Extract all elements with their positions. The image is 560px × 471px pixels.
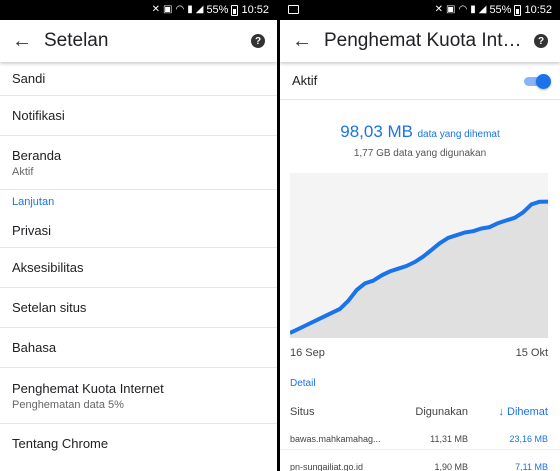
wifi-icon: ◠ bbox=[458, 4, 468, 15]
settings-item-tentang-chrome[interactable]: Tentang Chrome bbox=[0, 424, 277, 462]
data-saved-chart bbox=[290, 173, 548, 338]
status-bar: ✕ ▣ ◠ ▮ ◢ 55% 10:52 bbox=[0, 0, 277, 20]
table-header: Situs Digunakan ↓ Dihemat bbox=[280, 403, 560, 423]
settings-item-label: Tentang Chrome bbox=[12, 435, 109, 451]
help-icon[interactable]: ? bbox=[534, 34, 548, 48]
wifi-icon: ◠ bbox=[175, 4, 185, 15]
settings-item-label: Setelan situs bbox=[12, 300, 87, 315]
data-saved-label: data yang dihemat bbox=[417, 129, 500, 140]
toggle-label: Aktif bbox=[292, 73, 318, 88]
settings-item-label: Aksesibilitas bbox=[12, 260, 84, 275]
settings-item-aksesibilitas[interactable]: Aksesibilitas bbox=[0, 248, 277, 288]
clock: 10:52 bbox=[241, 4, 269, 16]
column-header-situs: Situs bbox=[290, 406, 315, 418]
settings-list: Sandi Notifikasi Beranda Aktif Lanjutan … bbox=[0, 62, 277, 462]
settings-item-beranda[interactable]: Beranda Aktif bbox=[0, 136, 277, 190]
column-header-digunakan[interactable]: Digunakan bbox=[415, 406, 468, 418]
settings-item-label: Beranda bbox=[12, 147, 62, 163]
settings-item-label: Bahasa bbox=[12, 340, 57, 355]
data-saver-toggle-row[interactable]: Aktif bbox=[280, 62, 560, 100]
settings-item-label: Privasi bbox=[12, 223, 52, 238]
switch-knob bbox=[536, 73, 551, 89]
site-saved: 7,11 MB bbox=[515, 462, 548, 471]
settings-screen: ✕ ▣ ◠ ▮ ◢ 55% 10:52 ← Setelan ? Sandi No… bbox=[0, 0, 277, 471]
page-title: Penghemat Kuota Int… bbox=[324, 30, 522, 51]
site-used: 1,90 MB bbox=[434, 462, 468, 471]
sim-icon: ▮ bbox=[470, 4, 476, 15]
column-header-dihemat[interactable]: ↓ Dihemat bbox=[498, 406, 548, 418]
data-saved-value: 98,03 MB bbox=[340, 122, 414, 141]
data-saver-screen: ✕ ▣ ◠ ▮ ◢ 55% 10:52 ← Penghemat Kuota In… bbox=[280, 0, 560, 471]
section-header-lanjutan: Lanjutan bbox=[12, 196, 55, 208]
settings-item-label: Notifikasi bbox=[12, 108, 65, 123]
gallery-icon bbox=[288, 5, 299, 14]
battery-icon bbox=[514, 4, 522, 16]
x-axis-end-label: 15 Okt bbox=[515, 347, 548, 359]
clock: 10:52 bbox=[524, 4, 552, 16]
settings-item-label: Penghemat Kuota Internet bbox=[12, 380, 164, 396]
settings-item-penghemat-kuota[interactable]: Penghemat Kuota Internet Penghematan dat… bbox=[0, 368, 277, 424]
detail-section-header: Detail bbox=[290, 378, 316, 389]
signal-icon: ◢ bbox=[195, 4, 204, 15]
settings-item-bahasa[interactable]: Bahasa bbox=[0, 328, 277, 368]
app-bar: ← Setelan ? bbox=[0, 20, 277, 62]
data-saver-switch[interactable] bbox=[524, 73, 551, 89]
site-name: bawas.mahkamahag... bbox=[290, 434, 381, 444]
sim-icon: ▮ bbox=[187, 4, 193, 15]
nfc-icon: ▣ bbox=[163, 4, 173, 15]
settings-item-sublabel: Aktif bbox=[12, 165, 34, 178]
settings-item-setelan-situs[interactable]: Setelan situs bbox=[0, 288, 277, 328]
back-arrow-icon[interactable]: ← bbox=[280, 30, 324, 53]
settings-item-notifikasi[interactable]: Notifikasi bbox=[0, 96, 277, 136]
data-used-summary: 1,77 GB data yang digunakan bbox=[353, 148, 487, 159]
site-saved: 23,16 MB bbox=[509, 434, 548, 444]
battery-percent: 55% bbox=[489, 4, 512, 16]
status-bar: ✕ ▣ ◠ ▮ ◢ 55% 10:52 bbox=[280, 0, 560, 20]
page-title: Setelan bbox=[44, 30, 109, 51]
table-row[interactable]: bawas.mahkamahag... 11,31 MB 23,16 MB bbox=[280, 430, 560, 450]
battery-icon bbox=[231, 4, 239, 16]
mute-icon: ✕ bbox=[434, 4, 444, 15]
settings-item-sandi[interactable]: Sandi bbox=[0, 62, 277, 96]
mute-icon: ✕ bbox=[151, 4, 161, 15]
settings-item-label: Sandi bbox=[12, 71, 46, 86]
nfc-icon: ▣ bbox=[446, 4, 456, 15]
help-icon[interactable]: ? bbox=[251, 34, 265, 48]
settings-item-sublabel: Penghematan data 5% bbox=[12, 398, 124, 411]
site-name: pn-sungailiat.go.id bbox=[290, 462, 364, 471]
app-bar: ← Penghemat Kuota Int… ? bbox=[280, 20, 560, 62]
table-row[interactable]: pn-sungailiat.go.id 1,90 MB 7,11 MB bbox=[280, 458, 560, 471]
back-arrow-icon[interactable]: ← bbox=[0, 30, 44, 53]
data-saved-summary: 98,03 MB data yang dihemat bbox=[280, 122, 560, 142]
battery-percent: 55% bbox=[206, 4, 229, 16]
x-axis-start-label: 16 Sep bbox=[290, 347, 325, 359]
site-used: 11,31 MB bbox=[430, 434, 468, 444]
settings-item-privasi[interactable]: Privasi bbox=[0, 214, 277, 248]
signal-icon: ◢ bbox=[478, 4, 487, 15]
